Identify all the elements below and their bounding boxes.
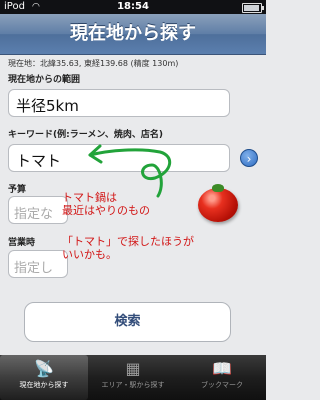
status-time: 18:54 — [117, 1, 149, 12]
tab-current-location[interactable]: 📡 現在地から探す — [0, 355, 88, 400]
page-title: 現在地から探す — [70, 23, 196, 44]
tab-area-station[interactable]: ▦ エリア・駅から探す — [89, 355, 177, 400]
search-button[interactable]: 検索 — [24, 302, 231, 342]
current-location-text: 現在地：北緯35.63, 東経139.68 (精度 130m) — [8, 59, 179, 68]
tab-label: エリア・駅から探す — [101, 381, 165, 389]
hours-select[interactable]: 指定し — [8, 250, 68, 278]
area-icon: ▦ — [125, 359, 141, 378]
range-value: 半径5km — [16, 97, 79, 115]
keyword-value: トマト — [16, 152, 62, 170]
range-label: 現在地からの範囲 — [8, 75, 81, 85]
tab-label: 現在地から探す — [19, 381, 69, 389]
book-icon: 📖 — [212, 359, 232, 378]
annotation-line-1: トマト鍋は — [62, 191, 117, 204]
tab-bar: 📡 現在地から探す ▦ エリア・駅から探す 📖 ブックマーク — [0, 355, 266, 400]
tomato-image — [198, 184, 238, 222]
keyword-go-button[interactable]: › — [240, 149, 258, 167]
navigation-bar: 現在地から探す — [0, 14, 266, 55]
tab-label: ブックマーク — [201, 381, 243, 389]
keyword-input[interactable]: トマト — [8, 144, 230, 172]
range-field[interactable]: 半径5km — [8, 89, 230, 117]
budget-label: 予算 — [8, 185, 27, 195]
budget-select[interactable]: 指定な — [8, 196, 68, 224]
satellite-dish-icon: 📡 — [34, 359, 54, 378]
keyword-label: キーワード(例:ラーメン、焼肉、店名) — [8, 130, 163, 140]
annotation-line-3: 「トマト」で探したほうが — [62, 235, 194, 248]
annotation-line-2: 最近はやりのもの — [62, 204, 150, 217]
annotation-line-4: いいかも。 — [62, 248, 117, 261]
status-bar: iPod ◠ 18:54 — [0, 0, 266, 14]
tab-bookmark[interactable]: 📖 ブックマーク — [178, 355, 266, 400]
budget-placeholder: 指定な — [14, 207, 54, 222]
hours-placeholder: 指定し — [14, 261, 54, 276]
hours-label: 営業時 — [8, 238, 36, 248]
battery-icon — [242, 3, 264, 13]
search-form: 現在地：北緯35.63, 東経139.68 (精度 130m) 現在地からの範囲… — [0, 55, 266, 355]
